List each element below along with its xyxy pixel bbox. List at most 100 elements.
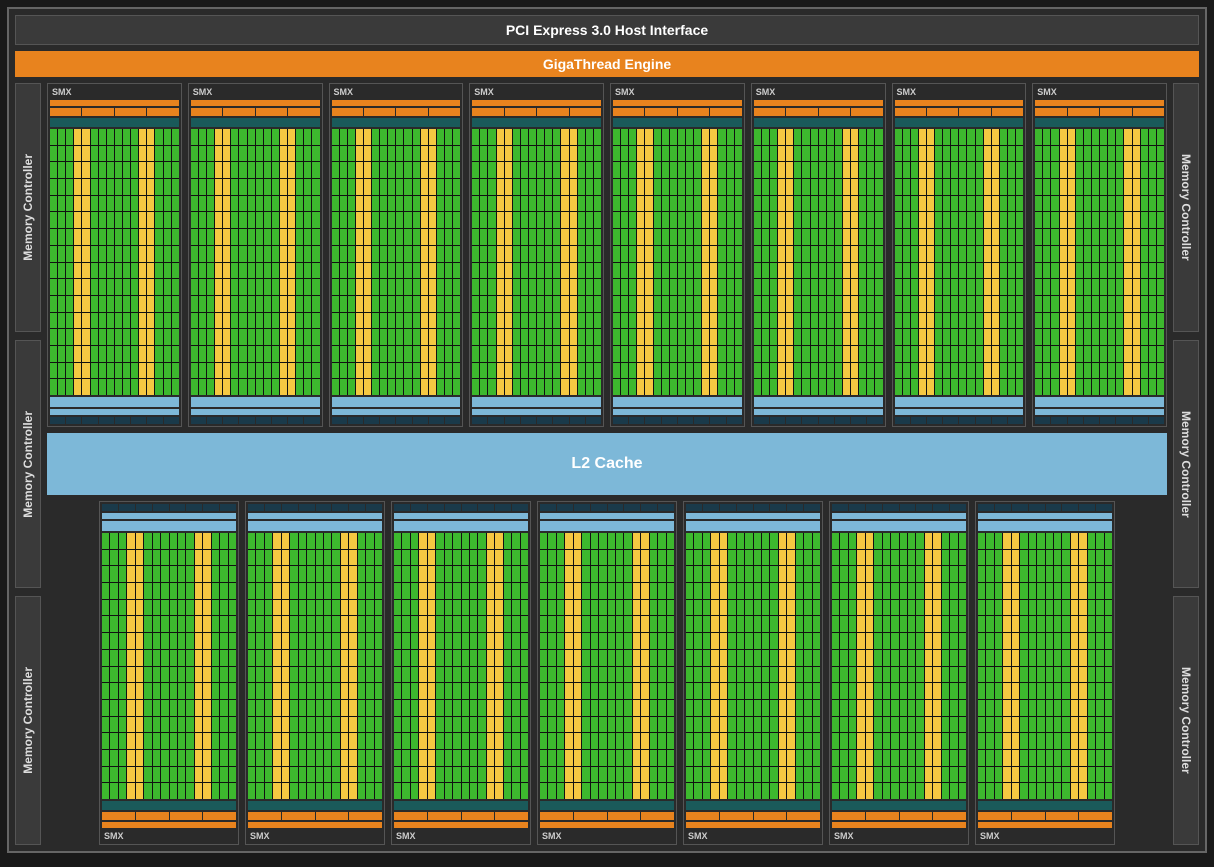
smx-label: SMX	[472, 86, 601, 98]
register-file	[686, 801, 820, 810]
l1-shared-mem	[832, 513, 966, 519]
l1-shared-mem	[978, 513, 1112, 519]
dispatch-strip	[332, 100, 461, 106]
tex-units	[472, 417, 601, 424]
smx-block: SMX	[245, 501, 385, 845]
warp-schedulers	[472, 108, 601, 116]
dispatch-strip	[102, 822, 236, 828]
smx-block: SMX	[683, 501, 823, 845]
smx-label: SMX	[394, 830, 528, 842]
smx-block: SMX	[188, 83, 323, 427]
tex-units	[754, 417, 883, 424]
core-grid	[978, 533, 1112, 799]
tex-units	[332, 417, 461, 424]
dispatch-strip	[472, 100, 601, 106]
center-area: SMXSMXSMXSMXSMXSMXSMXSMX L2 Cache SMXSMX…	[47, 83, 1167, 845]
register-file	[248, 801, 382, 810]
register-file	[832, 801, 966, 810]
dispatch-strip	[686, 822, 820, 828]
smx-block: SMX	[47, 83, 182, 427]
dispatch-strip	[191, 100, 320, 106]
l1-shared-mem	[102, 513, 236, 519]
core-grid	[832, 533, 966, 799]
memory-controller: Memory Controller	[1173, 340, 1199, 589]
core-grid	[754, 129, 883, 395]
smx-label: SMX	[613, 86, 742, 98]
register-file	[191, 118, 320, 127]
interconnect	[472, 397, 601, 407]
smx-block: SMX	[99, 501, 239, 845]
l1-shared-mem	[248, 513, 382, 519]
core-grid	[102, 533, 236, 799]
smx-label: SMX	[754, 86, 883, 98]
dispatch-strip	[832, 822, 966, 828]
warp-schedulers	[895, 108, 1024, 116]
smx-block: SMX	[469, 83, 604, 427]
smx-block: SMX	[892, 83, 1027, 427]
warp-schedulers	[1035, 108, 1164, 116]
main-area: Memory Controller Memory Controller Memory…	[15, 83, 1199, 845]
warp-schedulers	[540, 812, 674, 820]
dispatch-strip	[613, 100, 742, 106]
warp-schedulers	[50, 108, 179, 116]
l1-shared-mem	[540, 513, 674, 519]
tex-units	[50, 417, 179, 424]
smx-label: SMX	[191, 86, 320, 98]
memory-controller: Memory Controller	[15, 83, 41, 332]
l1-shared-mem	[754, 409, 883, 415]
smx-block: SMX	[829, 501, 969, 845]
l1-shared-mem	[191, 409, 320, 415]
interconnect	[102, 521, 236, 531]
smx-block: SMX	[610, 83, 745, 427]
core-grid	[248, 533, 382, 799]
tex-units	[102, 504, 236, 511]
warp-schedulers	[754, 108, 883, 116]
register-file	[754, 118, 883, 127]
interconnect	[191, 397, 320, 407]
warp-schedulers	[332, 108, 461, 116]
tex-units	[978, 504, 1112, 511]
interconnect	[1035, 397, 1164, 407]
smx-label: SMX	[1035, 86, 1164, 98]
dispatch-strip	[394, 822, 528, 828]
smx-block: SMX	[537, 501, 677, 845]
register-file	[978, 801, 1112, 810]
register-file	[1035, 118, 1164, 127]
tex-units	[686, 504, 820, 511]
smx-block: SMX	[751, 83, 886, 427]
memory-controller: Memory Controller	[1173, 596, 1199, 845]
core-grid	[613, 129, 742, 395]
memory-controllers-left: Memory ControllerMemory ControllerMemory…	[15, 83, 41, 845]
smx-block: SMX	[391, 501, 531, 845]
smx-label: SMX	[102, 830, 236, 842]
core-grid	[895, 129, 1024, 395]
gpu-block-diagram: PCI Express 3.0 Host Interface GigaThrea…	[7, 7, 1207, 853]
l1-shared-mem	[895, 409, 1024, 415]
smx-label: SMX	[832, 830, 966, 842]
dispatch-strip	[1035, 100, 1164, 106]
warp-schedulers	[686, 812, 820, 820]
l1-shared-mem	[50, 409, 179, 415]
smx-block: SMX	[329, 83, 464, 427]
smx-label: SMX	[686, 830, 820, 842]
tex-units	[895, 417, 1024, 424]
interconnect	[978, 521, 1112, 531]
dispatch-strip	[540, 822, 674, 828]
register-file	[540, 801, 674, 810]
core-grid	[332, 129, 461, 395]
smx-block: SMX	[1032, 83, 1167, 427]
dispatch-strip	[754, 100, 883, 106]
core-grid	[394, 533, 528, 799]
interconnect	[895, 397, 1024, 407]
l1-shared-mem	[613, 409, 742, 415]
interconnect	[832, 521, 966, 531]
dispatch-strip	[895, 100, 1024, 106]
interconnect	[686, 521, 820, 531]
tex-units	[394, 504, 528, 511]
smx-row-bottom: SMXSMXSMXSMXSMXSMXSMX	[47, 501, 1167, 845]
register-file	[613, 118, 742, 127]
core-grid	[686, 533, 820, 799]
pci-host-interface: PCI Express 3.0 Host Interface	[15, 15, 1199, 45]
smx-label: SMX	[50, 86, 179, 98]
core-grid	[1035, 129, 1164, 395]
